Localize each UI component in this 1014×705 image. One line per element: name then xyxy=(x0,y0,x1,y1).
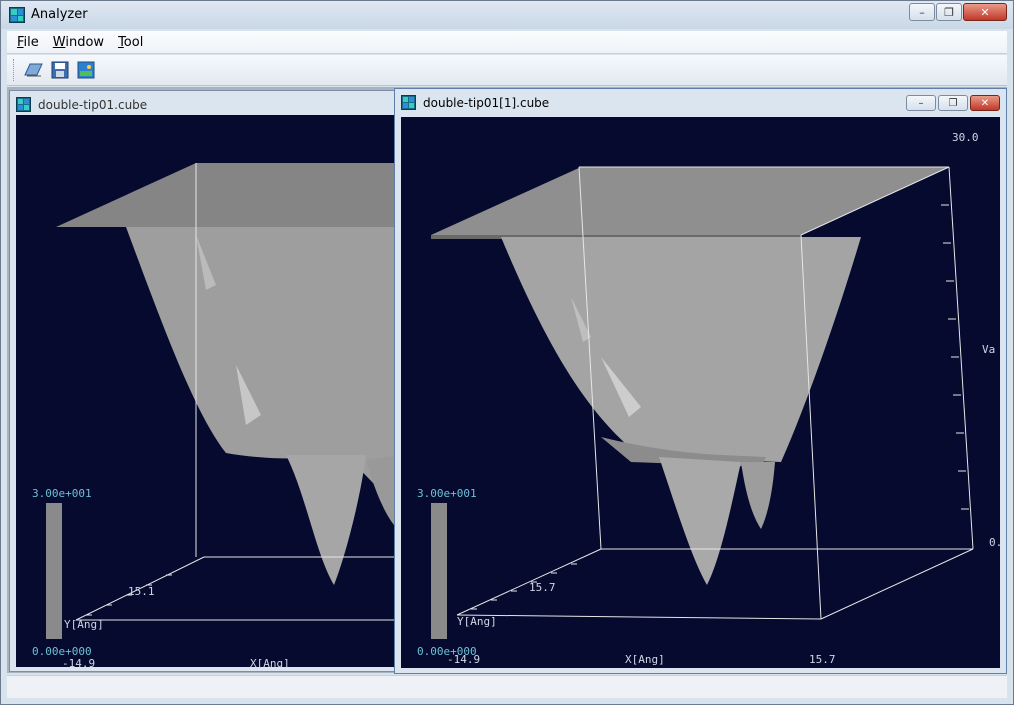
y-tick-label: 15.7 xyxy=(529,581,556,594)
save-button[interactable] xyxy=(49,59,71,81)
menu-file[interactable]: File xyxy=(17,35,39,50)
colorbar-max-label: 3.00e+001 xyxy=(417,487,477,500)
open-button[interactable] xyxy=(23,59,45,81)
x-axis-label: X[Ang] xyxy=(625,653,665,666)
save-icon xyxy=(51,61,69,79)
child-restore-button[interactable]: ❐ xyxy=(938,95,968,111)
x-tick-max-label: 15.7 xyxy=(809,653,836,666)
window-title: Analyzer xyxy=(31,7,88,22)
child-close-button[interactable]: ✕ xyxy=(970,95,1000,111)
app-icon xyxy=(9,7,25,23)
toolbar xyxy=(7,55,1007,86)
child-minimize-button[interactable]: – xyxy=(906,95,936,111)
plot-labels-1: 3.00e+001 0.00e+000 15.1 Y[Ang] -14.9 X[… xyxy=(32,487,290,667)
child-window-2[interactable]: double-tip01[1].cube – ❐ ✕ 30.0 Va 0 3.0… xyxy=(394,88,1007,674)
cube-file-icon xyxy=(16,97,31,112)
y-tick-label: 15.1 xyxy=(128,585,155,598)
z-max-label: 30.0 xyxy=(952,131,979,144)
child-window-title: double-tip01.cube xyxy=(38,98,148,112)
menu-window[interactable]: Window xyxy=(53,35,104,50)
y-axis-label: Y[Ang] xyxy=(64,618,104,631)
colorbar-max-label: 3.00e+001 xyxy=(32,487,92,500)
window-controls: – ❐ ✕ xyxy=(908,3,1007,21)
image-icon xyxy=(77,61,95,79)
child-window-controls: – ❐ ✕ xyxy=(904,95,1000,111)
image-button[interactable] xyxy=(75,59,97,81)
restore-button[interactable]: ❐ xyxy=(936,3,962,21)
minimize-button[interactable]: – xyxy=(909,3,935,21)
child-title-bar[interactable]: double-tip01.cube xyxy=(10,91,408,117)
main-window: Analyzer – ❐ ✕ File Window Tool double-t… xyxy=(0,0,1014,705)
z-axis-label: Va xyxy=(982,343,995,356)
y-axis-label: Y[Ang] xyxy=(457,615,497,628)
menu-tool[interactable]: Tool xyxy=(118,35,143,50)
plot-labels-2: 30.0 Va 0. 3.00e+001 0.00e+000 15.7 Y[An… xyxy=(417,131,1000,666)
x-tick-label: -14.9 xyxy=(62,657,95,667)
x-axis-label: X[Ang] xyxy=(250,657,290,667)
x-tick-min-label: -14.9 xyxy=(447,653,480,666)
z-min-label: 0. xyxy=(989,536,1000,549)
child-window-title: double-tip01[1].cube xyxy=(423,96,550,110)
open-icon xyxy=(24,63,43,77)
title-bar[interactable]: Analyzer – ❐ ✕ xyxy=(1,1,1013,29)
3d-viewport[interactable]: 30.0 Va 0. 3.00e+001 0.00e+000 15.7 Y[An… xyxy=(401,117,1000,668)
menu-bar: File Window Tool xyxy=(7,31,1007,54)
close-button[interactable]: ✕ xyxy=(963,3,1007,21)
toolbar-grip[interactable] xyxy=(13,59,17,81)
child-window-1[interactable]: double-tip01.cube 3.00e+001 0.00e+000 15… xyxy=(9,90,409,672)
cube-file-icon xyxy=(401,95,416,110)
status-bar xyxy=(7,675,1007,698)
3d-viewport[interactable]: 3.00e+001 0.00e+000 15.1 Y[Ang] -14.9 X[… xyxy=(16,115,404,667)
child-title-bar-active[interactable]: double-tip01[1].cube – ❐ ✕ xyxy=(395,89,1006,115)
